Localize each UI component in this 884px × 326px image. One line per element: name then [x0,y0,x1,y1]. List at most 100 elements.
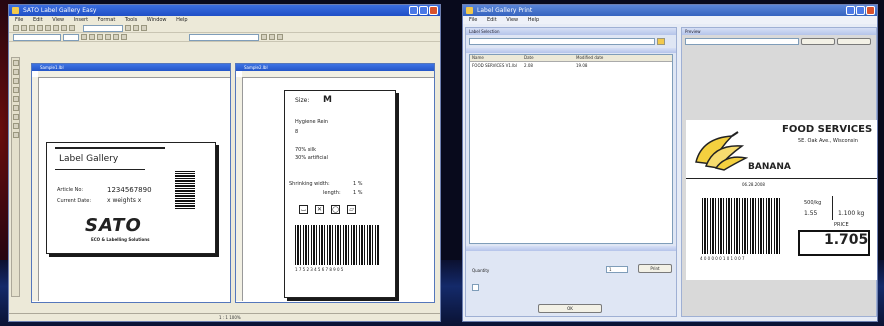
col-modified[interactable]: Modified date [576,55,636,61]
print-menu-help[interactable]: Help [528,17,539,23]
print-icon[interactable] [37,25,43,31]
printer-properties-button[interactable] [837,38,871,45]
browse-folder-icon[interactable] [657,38,665,45]
line-tool-icon[interactable] [13,87,19,93]
card-heading-rule [55,169,145,170]
align-left-icon[interactable] [105,34,111,40]
print-menu-file[interactable]: File [469,17,477,23]
zoom-combo[interactable] [83,25,123,32]
grid-icon[interactable] [269,34,275,40]
zoom-in-icon[interactable] [125,25,131,31]
undo-icon[interactable] [69,25,75,31]
file-list-row[interactable]: FOOD SERVICES V1.lbl 2.08 19.08 [470,62,672,69]
print-titlebar[interactable]: Label Gallery Print [463,5,877,16]
col-name[interactable]: Name [470,55,524,61]
company-name: FOOD SERVICES [782,124,873,135]
zoom-out-icon[interactable] [133,25,139,31]
font-size-combo[interactable] [63,34,79,41]
bold-icon[interactable] [81,34,87,40]
shrink-length-value: 1 % [353,190,363,196]
menu-format[interactable]: Format [98,17,116,23]
image-tool-icon[interactable] [13,105,19,111]
doc1-titlebar[interactable]: Sample1.lbl [32,64,230,71]
folder-path-row [466,35,676,48]
font-combo[interactable] [13,34,61,41]
file-list: Name Date Modified date FOOD SERVICES V1… [469,54,673,244]
menu-tools[interactable]: Tools [125,17,137,23]
document-window-1[interactable]: Sample1.lbl Label Gallery Article No: 12… [31,63,231,303]
shrink-width-label: Shrinking width: [289,181,330,187]
designer-titlebar[interactable]: SATO Label Gallery Easy [9,5,440,16]
copy-icon[interactable] [53,25,59,31]
print-button[interactable]: Print [638,264,672,273]
printer-combo[interactable] [189,34,259,41]
close-button[interactable] [429,6,438,15]
paste-icon[interactable] [61,25,67,31]
preview-panel: Preview FOOD SERVICES 5E. Oak Ave., Wisc… [681,27,877,317]
print-minimize-button[interactable] [846,6,855,15]
app-icon [12,7,19,14]
article-no-value: 1234567890 [107,186,152,194]
print-window: Label Gallery Print File Edit View Help … [462,4,878,322]
cut-icon[interactable] [45,25,51,31]
print-maximize-button[interactable] [856,6,865,15]
shrink-width-value: 1 % [353,181,363,187]
rotate-icon[interactable] [261,34,267,40]
menu-view[interactable]: View [52,17,64,23]
align-center-icon[interactable] [113,34,119,40]
counter-tool-icon[interactable] [13,123,19,129]
text-tool-icon[interactable] [13,69,19,75]
maximize-button[interactable] [419,6,428,15]
label-selection-header: Label Selection [466,28,676,35]
format-toolbar [9,33,440,42]
printer-select[interactable] [685,38,799,45]
barcode-tool-icon[interactable] [13,78,19,84]
option-checkbox[interactable] [472,284,479,291]
quantity-label: Quantity [472,268,490,273]
print-window-controls [846,6,875,15]
date-tool-icon[interactable] [13,132,19,138]
weight-value: 1.100 kg [838,210,865,217]
printer-settings-button[interactable] [801,38,835,45]
current-date-value: x weights x [107,197,142,204]
care-label-barcode [295,225,379,265]
col-date[interactable]: Date [524,55,576,61]
minimize-button[interactable] [409,6,418,15]
open-icon[interactable] [21,25,27,31]
ellipse-tool-icon[interactable] [13,114,19,120]
menu-file[interactable]: File [15,17,23,23]
weight-unit-price-label: 500/kg [804,200,822,206]
card-heading: Label Gallery [59,154,119,164]
align-right-icon[interactable] [121,34,127,40]
new-icon[interactable] [13,25,19,31]
underline-icon[interactable] [97,34,103,40]
tumble-dry-icon: ◯ [331,205,340,214]
size-label: Size: [295,97,310,104]
print-menu-view[interactable]: View [506,17,518,23]
print-menubar: File Edit View Help [463,16,877,24]
save-icon[interactable] [29,25,35,31]
care-label-card[interactable]: Size: M Hygiene Rein 8 70% silk 30% arti… [284,90,396,298]
document-window-2[interactable]: Sample2.lbl Size: M Hygiene Rein 8 70% s… [235,63,435,303]
doc2-titlebar[interactable]: Sample2.lbl [236,64,434,71]
snap-icon[interactable] [277,34,283,40]
window-controls [409,6,438,15]
rectangle-tool-icon[interactable] [13,96,19,102]
help-icon[interactable] [141,25,147,31]
print-menu-edit[interactable]: Edit [487,17,497,23]
menu-edit[interactable]: Edit [33,17,43,23]
weight-divider [832,196,833,220]
select-tool-icon[interactable] [13,60,19,66]
italic-icon[interactable] [89,34,95,40]
menu-help[interactable]: Help [176,17,187,23]
print-close-button[interactable] [866,6,875,15]
folder-path-combo[interactable] [469,38,655,45]
quantity-input[interactable]: 1 [606,266,628,273]
designer-title: SATO Label Gallery Easy [23,7,97,14]
menu-insert[interactable]: Insert [74,17,88,23]
ok-button[interactable]: OK [538,304,602,313]
label-gallery-card[interactable]: Label Gallery Article No: 1234567890 Cur… [46,142,216,254]
material-line-1: 70% silk [295,147,316,153]
menu-window[interactable]: Window [147,17,167,23]
card-top-rule [55,147,165,149]
